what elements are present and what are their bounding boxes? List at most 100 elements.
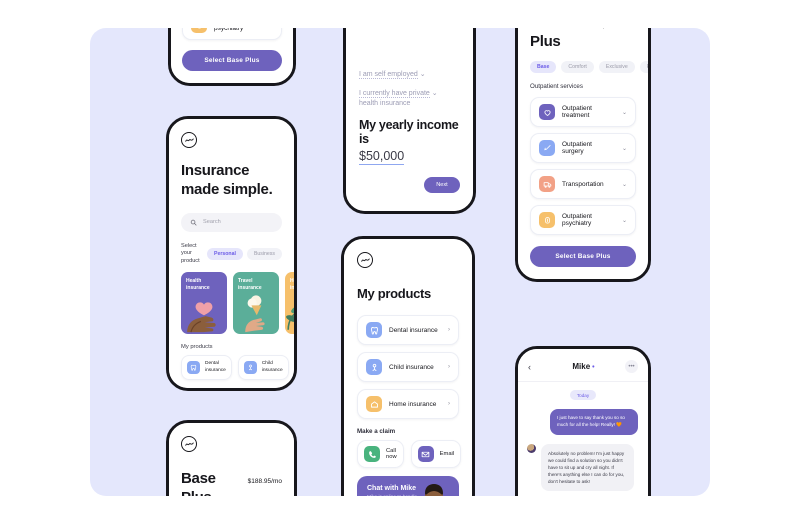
product-card-health[interactable]: Health insurance [181,272,227,335]
service-row-surgery[interactable]: Outpatient surgery ⌄ [530,133,636,163]
product-card-title-1: Health [186,278,202,285]
phone-frame-plan-full: Base Plus $188.95/mo Base Comfort Exclus… [515,28,651,282]
next-button[interactable]: Next [424,177,460,193]
make-a-claim-label: Make a claim [357,428,396,436]
child-icon [366,359,382,376]
chevron-down-icon[interactable]: ⌄ [622,217,627,224]
chevron-down-icon[interactable]: ⌄ [622,109,627,116]
tooth-icon [187,361,200,375]
mail-icon [417,446,434,463]
home-icon [366,396,382,413]
product-card-home[interactable]: Home insurance [285,272,294,335]
mockup-canvas: Outpatient psychiatry ⌄ Select Base Plus… [90,28,710,496]
search-input[interactable]: Search [181,212,282,232]
my-products-list: Dental insurance Child insurance [181,355,289,381]
service-row-treatment[interactable]: Outpatient treatment ⌄ [530,97,636,127]
question-insurance-text-2: health insurance [359,99,411,107]
select-product-label-1: Select your [181,242,197,257]
app-logo-icon [357,252,373,268]
chevron-down-icon[interactable]: ⌄ [420,71,426,78]
service-row-transportation[interactable]: Transportation ⌄ [530,169,636,199]
chat-with-mike-banner[interactable]: Chat with Mike Mike is online to handle … [357,476,459,496]
brain-icon [191,28,207,33]
call-now-button[interactable]: Call now [357,440,404,469]
tier-prestige[interactable]: Prestige [639,61,648,73]
product-row-label: Child insurance [389,363,434,371]
service-row-label: Outpatient surgery [562,141,592,155]
chevron-down-icon[interactable]: ⌄ [268,28,273,29]
ambulance-icon [539,176,555,192]
product-card-title-2: insurance [238,284,262,291]
service-row-label: Outpatient treatment [562,105,592,119]
chevron-down-icon[interactable]: ⌄ [432,90,438,97]
tier-exclusive[interactable]: Exclusive [598,61,635,73]
question-employment[interactable]: I am self employed ⌄ [359,70,460,80]
product-card-carousel[interactable]: Health insurance Travel insurance H i [181,272,294,335]
mini-card-dental[interactable]: Dental insurance [181,355,232,381]
segment-business[interactable]: Business [246,247,282,260]
app-logo-icon [181,436,197,452]
product-row-child[interactable]: Child insurance › [357,352,459,383]
phone-icon [364,446,380,463]
question-employment-text: I am self employed [359,70,418,79]
products-page-title: My products [357,286,431,301]
email-button[interactable]: Email [410,440,462,469]
tier-selector: Base Comfort Exclusive Prestige [530,61,648,73]
mini-card-label-2: insurance [261,367,283,373]
more-options-icon[interactable]: ••• [625,360,638,373]
plan-price: $188.95/mo [602,28,636,30]
product-card-travel[interactable]: Travel insurance [233,272,279,335]
service-row-psychiatry[interactable]: Outpatient psychiatry ⌄ [182,28,282,40]
chevron-down-icon[interactable]: ⌄ [622,181,627,188]
screenshot-root: Outpatient psychiatry ⌄ Select Base Plus… [0,0,800,514]
service-row-label: Outpatient psychiatry [562,213,592,227]
tier-comfort[interactable]: Comfort [561,61,594,73]
mini-card-child[interactable]: Child insurance [237,355,289,381]
chevron-right-icon[interactable]: › [448,364,450,370]
chat-header: ‹ Mike • ••• [518,349,648,382]
phone-frame-chat: ‹ Mike • ••• Today I just have to say th… [515,346,651,496]
service-row-label: Outpatient psychiatry [214,28,244,32]
scalpel-icon [539,140,555,156]
select-base-plus-button[interactable]: Select Base Plus [530,246,636,267]
product-card-title-1: Travel [238,278,253,285]
chevron-right-icon[interactable]: › [448,401,450,407]
back-icon[interactable]: ‹ [528,362,542,372]
icecream-hand-illustration [245,295,265,333]
chevron-down-icon[interactable]: ⌄ [622,145,627,152]
chat-message-outgoing: I just have to say thank you so so much … [550,409,638,435]
phone-frame-plan-top: Outpatient psychiatry ⌄ Select Base Plus [168,28,296,86]
select-base-plus-button[interactable]: Select Base Plus [182,50,282,71]
home-title-line2: made simple. [181,180,273,198]
segment-personal[interactable]: Personal [207,247,243,260]
product-row-dental[interactable]: Dental insurance › [357,315,459,346]
income-heading: My yearly income is [359,118,459,146]
service-row-psychiatry[interactable]: Outpatient psychiatry ⌄ [530,205,636,235]
child-icon [243,361,257,375]
service-row-label: Transportation [562,180,604,188]
home-title-line1: Insurance [181,162,250,179]
tier-base[interactable]: Base [530,61,557,73]
plan-price: $188.95/mo [247,478,282,485]
call-now-label: Call now [386,448,397,461]
search-icon [190,219,197,226]
question-insurance[interactable]: I currently have private ⌄ health insura… [359,89,460,109]
income-amount[interactable]: $50,000 [359,149,405,165]
agent-avatar-illustration [425,484,443,496]
mini-card-label-2: insurance [205,367,226,373]
avatar [527,443,536,453]
question-insurance-text-1: I currently have private [359,89,430,98]
banner-sub-1: Mike is online to handle [367,495,417,496]
outpatient-services-label: Outpatient services [530,83,583,90]
heart-shield-icon [539,104,555,120]
plan-name: Base Plus [530,28,565,51]
plant-illustration [286,304,294,330]
product-row-home[interactable]: Home insurance › [357,389,459,420]
phone-frame-home: Insurance made simple. Search Select you… [166,116,297,391]
product-card-title-2: insurance [186,284,210,291]
services-list: Outpatient treatment ⌄ Outpatient surger… [530,97,636,235]
chevron-right-icon[interactable]: › [448,327,450,333]
phone-frame-plan-bottom: Base Plus $188.95/mo Base Comfort Exclus… [166,420,297,496]
chat-message-incoming: Absolutely no problem! I'm just happy we… [541,443,634,492]
chat-message-incoming-row: Absolutely no problem! I'm just happy we… [527,443,634,492]
